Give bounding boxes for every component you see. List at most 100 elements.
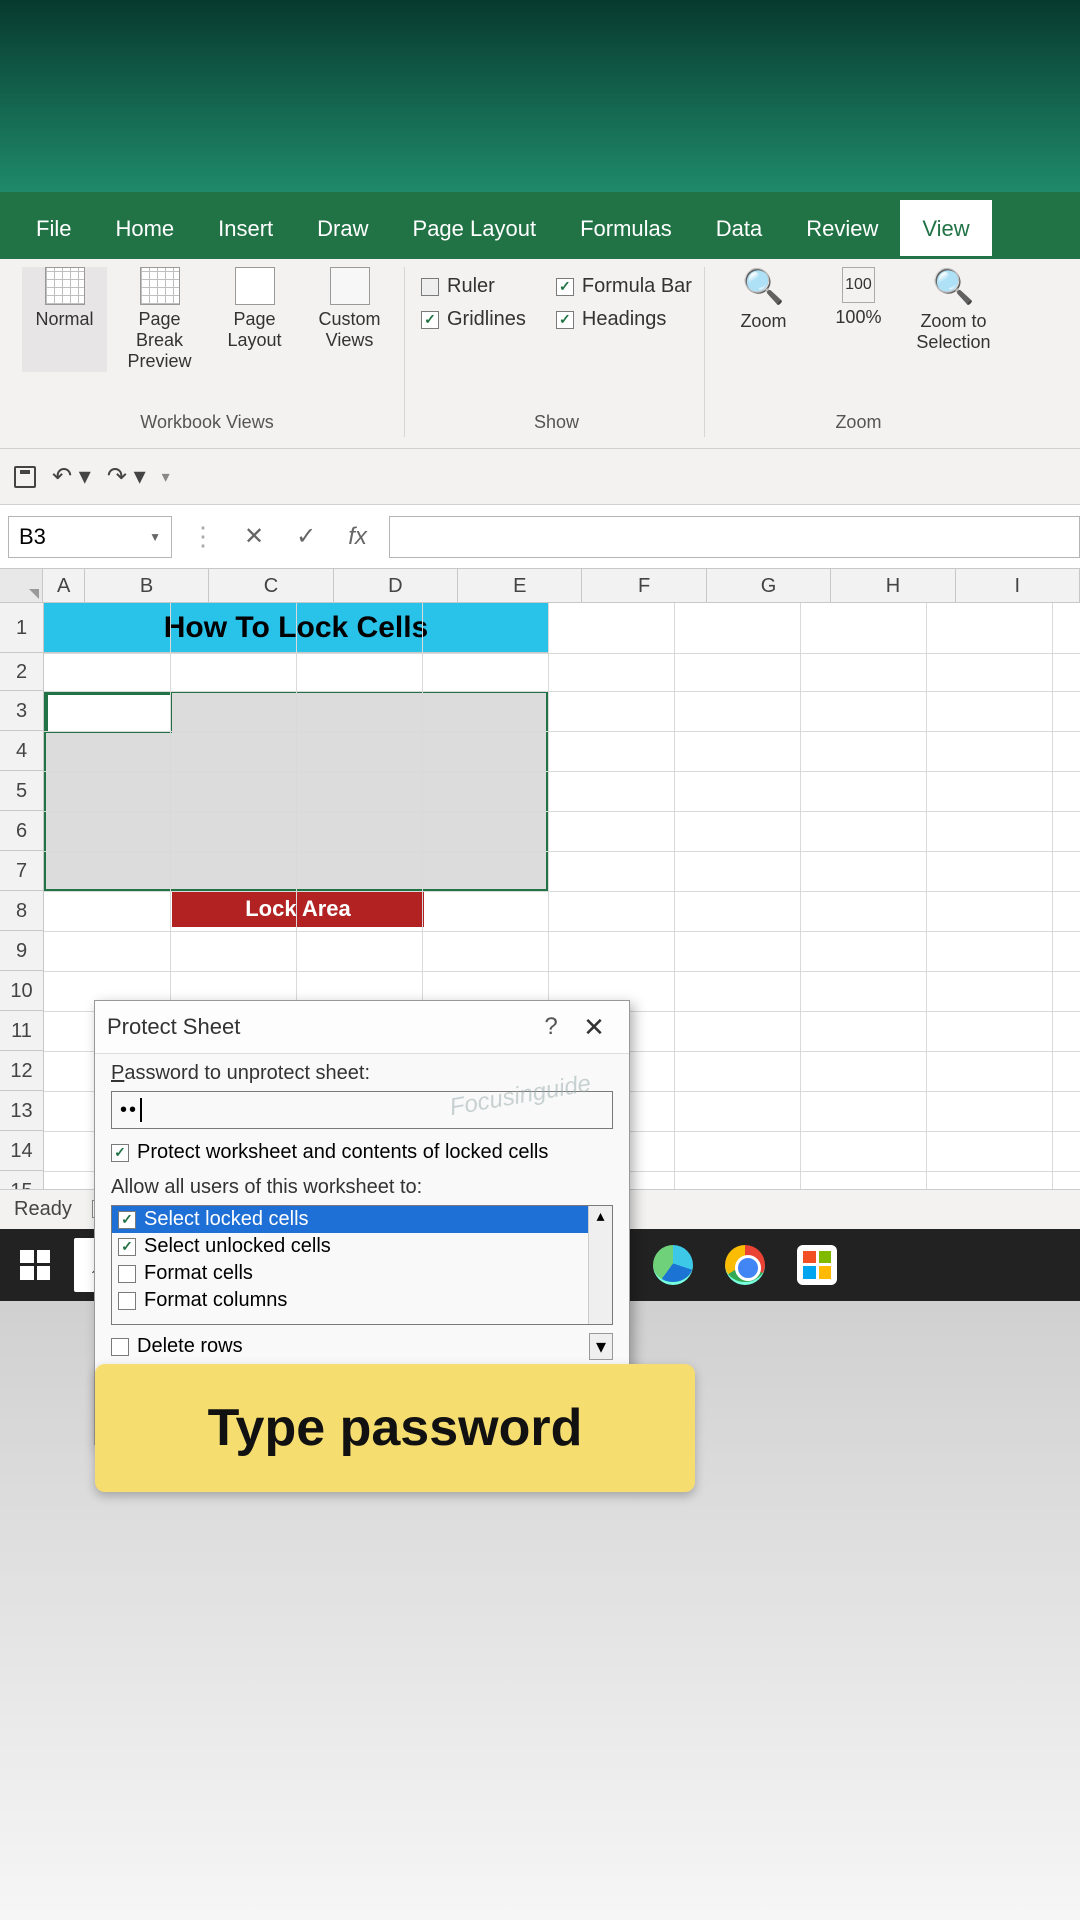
option-label: Select unlocked cells — [144, 1235, 331, 1258]
column-header-I[interactable]: I — [956, 569, 1080, 602]
row-header-15[interactable]: 15 — [0, 1171, 44, 1189]
tab-insert[interactable]: Insert — [196, 200, 295, 259]
tab-data[interactable]: Data — [694, 200, 784, 259]
custom-views-icon — [330, 267, 370, 305]
page-layout-icon — [235, 267, 275, 305]
row-header-13[interactable]: 13 — [0, 1091, 44, 1131]
column-header-B[interactable]: B — [85, 569, 209, 602]
tab-review[interactable]: Review — [784, 200, 900, 259]
view-custom-views-button[interactable]: Custom Views — [307, 267, 392, 372]
cancel-edit-button[interactable]: ✕ — [234, 522, 274, 551]
row-header-11[interactable]: 11 — [0, 1011, 44, 1051]
row-header-3[interactable]: 3 — [0, 691, 44, 731]
row-header-12[interactable]: 12 — [0, 1051, 44, 1091]
view-page-break-button[interactable]: Page Break Preview — [117, 267, 202, 372]
checkbox-icon — [556, 278, 574, 296]
view-page-layout-label: Page Layout — [212, 309, 297, 351]
ruler-label: Ruler — [447, 275, 495, 298]
column-header-G[interactable]: G — [707, 569, 831, 602]
zoom-100-button[interactable]: 100 100% — [816, 267, 901, 353]
zoom-button[interactable]: 🔍 Zoom — [721, 267, 806, 353]
row-header-2[interactable]: 2 — [0, 653, 44, 691]
name-box[interactable]: B3 ▼ — [8, 516, 172, 558]
option-select-locked-cells[interactable]: Select locked cells — [112, 1206, 612, 1233]
save-button[interactable] — [14, 466, 36, 488]
edge-icon — [653, 1245, 693, 1285]
lock-area-label-cell[interactable]: Lock Area — [172, 891, 424, 927]
headings-checkbox[interactable]: Headings — [556, 308, 692, 331]
status-ready: Ready — [14, 1198, 72, 1221]
ruler-checkbox[interactable]: Ruler — [421, 275, 526, 298]
chrome-browser-button[interactable] — [722, 1242, 768, 1288]
option-format-columns[interactable]: Format columns — [112, 1287, 612, 1314]
view-custom-views-label: Custom Views — [307, 309, 392, 351]
option-label: Delete rows — [137, 1335, 243, 1358]
checkbox-icon — [111, 1338, 129, 1356]
dialog-help-button[interactable]: ? — [531, 1013, 571, 1041]
checkbox-icon — [111, 1144, 129, 1162]
select-all-cells[interactable] — [0, 569, 43, 602]
tab-file[interactable]: File — [14, 200, 93, 259]
zoom-100-icon: 100 — [842, 267, 875, 303]
zoom-selection-icon: 🔍 — [932, 267, 974, 307]
option-select-unlocked-cells[interactable]: Select unlocked cells — [112, 1233, 612, 1260]
row-header-14[interactable]: 14 — [0, 1131, 44, 1171]
page-break-icon — [140, 267, 180, 305]
tab-draw[interactable]: Draw — [295, 200, 390, 259]
row-header-8[interactable]: 8 — [0, 891, 44, 931]
column-header-H[interactable]: H — [831, 569, 955, 602]
column-header-D[interactable]: D — [334, 569, 458, 602]
tab-page-layout[interactable]: Page Layout — [391, 200, 559, 259]
row-header-9[interactable]: 9 — [0, 931, 44, 971]
gridlines-checkbox[interactable]: Gridlines — [421, 308, 526, 331]
tab-view[interactable]: View — [900, 200, 991, 259]
checkbox-icon — [118, 1211, 136, 1229]
active-cell-b3[interactable] — [46, 693, 172, 733]
insert-function-button[interactable]: fx — [338, 523, 377, 551]
dialog-close-button[interactable]: ✕ — [571, 1012, 617, 1043]
separator: ⋮ — [184, 521, 222, 552]
qat-customize[interactable]: ▾ — [162, 467, 170, 487]
password-value: •• — [120, 1099, 138, 1122]
tab-formulas[interactable]: Formulas — [558, 200, 694, 259]
gridlines-label: Gridlines — [447, 308, 526, 331]
column-header-F[interactable]: F — [582, 569, 706, 602]
undo-button[interactable]: ↶ ▾ — [52, 462, 91, 491]
chevron-down-icon: ▼ — [149, 530, 161, 544]
option-delete-rows[interactable]: Delete rows — [111, 1333, 249, 1360]
row-header-10[interactable]: 10 — [0, 971, 44, 1011]
redo-button[interactable]: ↷ ▾ — [107, 462, 146, 491]
column-header-E[interactable]: E — [458, 569, 582, 602]
password-input[interactable]: •• Focusinguide — [111, 1091, 613, 1129]
checkbox-icon — [118, 1238, 136, 1256]
view-normal-button[interactable]: Normal — [22, 267, 107, 372]
zoom-label: Zoom — [740, 311, 786, 332]
protect-contents-checkbox[interactable]: Protect worksheet and contents of locked… — [111, 1141, 613, 1164]
microsoft-store-button[interactable] — [794, 1242, 840, 1288]
windows-logo-icon — [20, 1250, 50, 1280]
formula-bar-checkbox[interactable]: Formula Bar — [556, 275, 692, 298]
ribbon-tab-strip: File Home Insert Draw Page Layout Formul… — [0, 192, 1080, 259]
listbox-scrollbar[interactable]: ▴ — [588, 1206, 612, 1324]
checkbox-icon — [556, 311, 574, 329]
permissions-listbox[interactable]: Select locked cells Select unlocked cell… — [111, 1205, 613, 1325]
zoom-to-selection-button[interactable]: 🔍 Zoom to Selection — [911, 267, 996, 353]
row-header-4[interactable]: 4 — [0, 731, 44, 771]
row-header-1[interactable]: 1 — [0, 603, 44, 653]
tab-home[interactable]: Home — [93, 200, 196, 259]
option-format-cells[interactable]: Format cells — [112, 1260, 612, 1287]
view-page-layout-button[interactable]: Page Layout — [212, 267, 297, 372]
formula-bar[interactable] — [389, 516, 1080, 558]
start-button[interactable] — [0, 1229, 70, 1301]
checkbox-icon — [421, 311, 439, 329]
chevron-down-icon[interactable]: ▾ — [589, 1333, 613, 1360]
confirm-edit-button[interactable]: ✓ — [286, 522, 326, 551]
row-header-5[interactable]: 5 — [0, 771, 44, 811]
checkbox-icon — [421, 278, 439, 296]
column-header-A[interactable]: A — [43, 569, 84, 602]
edge-browser-button[interactable] — [650, 1242, 696, 1288]
checkbox-icon — [118, 1292, 136, 1310]
column-header-C[interactable]: C — [209, 569, 333, 602]
row-header-7[interactable]: 7 — [0, 851, 44, 891]
row-header-6[interactable]: 6 — [0, 811, 44, 851]
